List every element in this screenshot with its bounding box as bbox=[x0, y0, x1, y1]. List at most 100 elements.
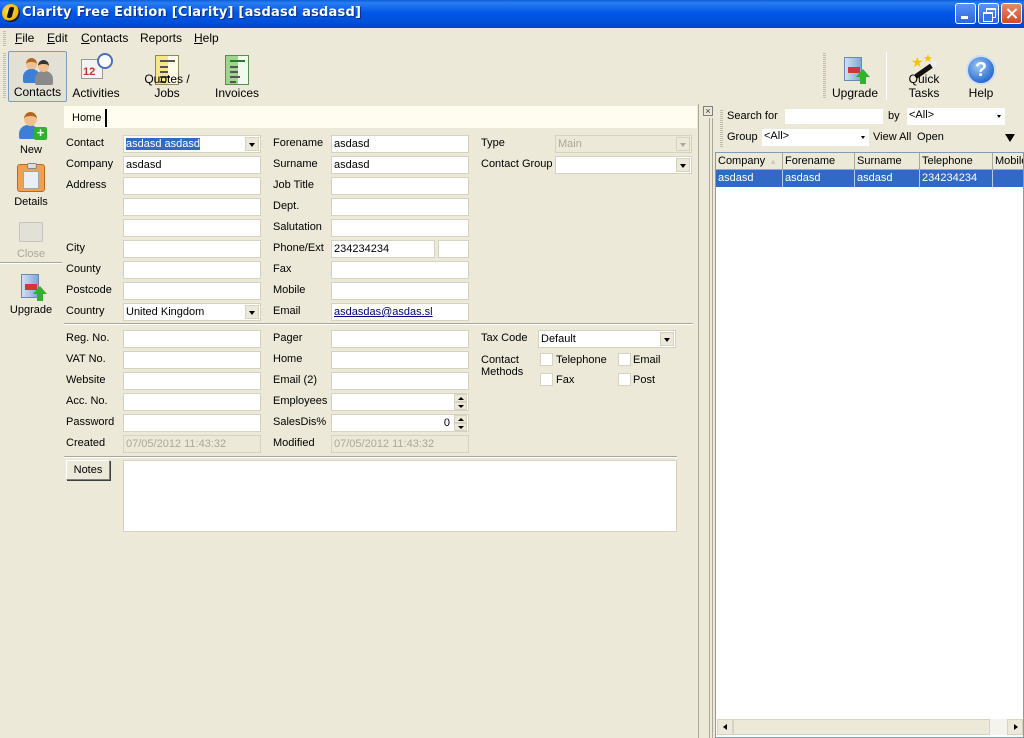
job-title-field[interactable] bbox=[331, 177, 469, 195]
reg-no-field[interactable] bbox=[123, 330, 261, 348]
toolbar-overflow-icon[interactable] bbox=[1005, 134, 1015, 142]
notes-button[interactable]: Notes bbox=[66, 460, 110, 480]
menu-edit[interactable]: Edit bbox=[47, 31, 68, 45]
tax-code-label: Tax Code bbox=[481, 332, 528, 344]
home-phone-field[interactable] bbox=[331, 351, 469, 369]
toolbar-activities-button[interactable]: 12 Activities bbox=[70, 51, 122, 102]
telephone-checkbox[interactable] bbox=[540, 353, 553, 366]
column-header-forename[interactable]: Forename bbox=[783, 153, 855, 170]
panel-splitter[interactable]: × bbox=[698, 104, 714, 738]
view-all-button[interactable]: View All bbox=[873, 131, 911, 143]
fax-field[interactable] bbox=[331, 261, 469, 279]
column-header-mobile[interactable]: Mobile bbox=[993, 153, 1023, 170]
open-button[interactable]: Open bbox=[917, 131, 944, 143]
toolbar-upgrade-button[interactable]: Upgrade bbox=[830, 51, 880, 102]
toolbar-invoices-button[interactable]: Invoices bbox=[212, 51, 262, 102]
close-window-button[interactable] bbox=[1001, 3, 1022, 24]
toolbar-quick-tasks-button[interactable]: ★ ★ Quick Tasks bbox=[893, 51, 955, 102]
column-header-telephone[interactable]: Telephone bbox=[920, 153, 993, 170]
menu-contacts[interactable]: Contacts bbox=[81, 31, 128, 45]
chevron-down-icon[interactable] bbox=[660, 332, 674, 346]
toolbar-help-button[interactable]: ? Help bbox=[962, 51, 1000, 102]
city-field[interactable] bbox=[123, 240, 261, 258]
acc-no-field[interactable] bbox=[123, 393, 261, 411]
dept-field[interactable] bbox=[331, 198, 469, 216]
country-select[interactable]: United Kingdom bbox=[123, 303, 261, 321]
country-label: Country bbox=[66, 305, 105, 317]
column-header-company[interactable]: Company ▲ bbox=[716, 153, 783, 170]
salutation-field[interactable] bbox=[331, 219, 469, 237]
spin-down-icon[interactable] bbox=[454, 423, 467, 431]
title-bar: Clarity Free Edition [Clarity] [asdasd a… bbox=[0, 0, 1024, 28]
county-field[interactable] bbox=[123, 261, 261, 279]
scroll-right-icon[interactable] bbox=[1007, 719, 1023, 735]
table-row[interactable]: asdasd asdasd asdasd 234234234 bbox=[716, 170, 1023, 187]
post-checkbox[interactable] bbox=[618, 373, 631, 386]
chevron-down-icon[interactable] bbox=[245, 305, 259, 319]
toolbar-grip[interactable] bbox=[3, 53, 6, 99]
address-line-3-field[interactable] bbox=[123, 219, 261, 237]
employees-stepper[interactable] bbox=[331, 393, 469, 411]
surname-field[interactable]: asdasd bbox=[331, 156, 469, 174]
sidebar-details-button[interactable]: Details bbox=[0, 160, 62, 210]
scrollbar-thumb[interactable] bbox=[733, 719, 990, 735]
email2-field[interactable] bbox=[331, 372, 469, 390]
sidebar-upgrade-button[interactable]: Upgrade bbox=[0, 268, 62, 318]
group-select[interactable]: <All> bbox=[762, 129, 869, 146]
contact-group-select[interactable] bbox=[555, 156, 692, 174]
scroll-left-icon[interactable] bbox=[717, 719, 733, 735]
toolbar-contacts-button[interactable]: Contacts bbox=[8, 51, 67, 102]
chevron-down-icon bbox=[676, 137, 690, 151]
search-input[interactable] bbox=[784, 108, 884, 125]
mobile-field[interactable] bbox=[331, 282, 469, 300]
contact-select[interactable]: asdasd asdasd bbox=[123, 135, 261, 153]
postcode-field[interactable] bbox=[123, 282, 261, 300]
toolbar-right-grip[interactable] bbox=[823, 53, 826, 99]
vat-no-label: VAT No. bbox=[66, 353, 106, 365]
pager-field[interactable] bbox=[331, 330, 469, 348]
cell-telephone: 234234234 bbox=[920, 170, 993, 187]
restore-button[interactable] bbox=[978, 3, 999, 24]
tax-code-select[interactable]: Default bbox=[538, 330, 676, 348]
menu-file[interactable]: File bbox=[15, 31, 34, 45]
address-line-1-field[interactable] bbox=[123, 177, 261, 195]
menu-grip[interactable] bbox=[3, 31, 6, 46]
website-field[interactable] bbox=[123, 372, 261, 390]
vat-no-field[interactable] bbox=[123, 351, 261, 369]
forename-field[interactable]: asdasd bbox=[331, 135, 469, 153]
chevron-down-icon[interactable] bbox=[245, 137, 259, 151]
cell-forename: asdasd bbox=[783, 170, 855, 187]
menu-help[interactable]: Help bbox=[194, 31, 219, 45]
email-field[interactable]: asdasdas@asdas.sl bbox=[331, 303, 469, 321]
spin-down-icon[interactable] bbox=[454, 402, 467, 410]
menu-reports[interactable]: Reports bbox=[140, 31, 182, 45]
close-panel-icon[interactable]: × bbox=[703, 106, 713, 116]
fax-checkbox[interactable] bbox=[540, 373, 553, 386]
salesdis-stepper[interactable]: 0 bbox=[331, 414, 469, 432]
splitter-rail[interactable] bbox=[709, 118, 713, 738]
column-header-surname[interactable]: Surname bbox=[855, 153, 920, 170]
sidebar-close-button[interactable]: Close bbox=[0, 212, 62, 262]
type-select[interactable]: Main bbox=[555, 135, 692, 153]
toolbar-quotes-button[interactable]: Quotes / Jobs bbox=[130, 51, 204, 102]
chevron-down-icon[interactable] bbox=[676, 158, 690, 172]
employees-spinner[interactable] bbox=[454, 394, 467, 410]
horizontal-scrollbar[interactable] bbox=[717, 719, 1023, 735]
tab-home[interactable]: Home bbox=[66, 109, 108, 127]
app-icon[interactable] bbox=[2, 4, 20, 22]
notes-textarea[interactable] bbox=[123, 460, 677, 532]
minimize-button[interactable] bbox=[955, 3, 976, 24]
salesdis-spinner[interactable] bbox=[454, 415, 467, 431]
phone-ext-field[interactable] bbox=[438, 240, 469, 258]
spin-up-icon[interactable] bbox=[454, 394, 467, 402]
address-line-2-field[interactable] bbox=[123, 198, 261, 216]
email-checkbox[interactable] bbox=[618, 353, 631, 366]
email-link[interactable]: asdasdas@asdas.sl bbox=[334, 306, 433, 318]
search-by-select[interactable]: <All> bbox=[907, 108, 1005, 125]
spin-up-icon[interactable] bbox=[454, 415, 467, 423]
password-field[interactable] bbox=[123, 414, 261, 432]
search-toolbar-grip[interactable] bbox=[720, 110, 723, 148]
sidebar-new-button[interactable]: + New bbox=[0, 108, 62, 158]
company-field[interactable]: asdasd bbox=[123, 156, 261, 174]
phone-field[interactable]: 234234234 bbox=[331, 240, 435, 258]
